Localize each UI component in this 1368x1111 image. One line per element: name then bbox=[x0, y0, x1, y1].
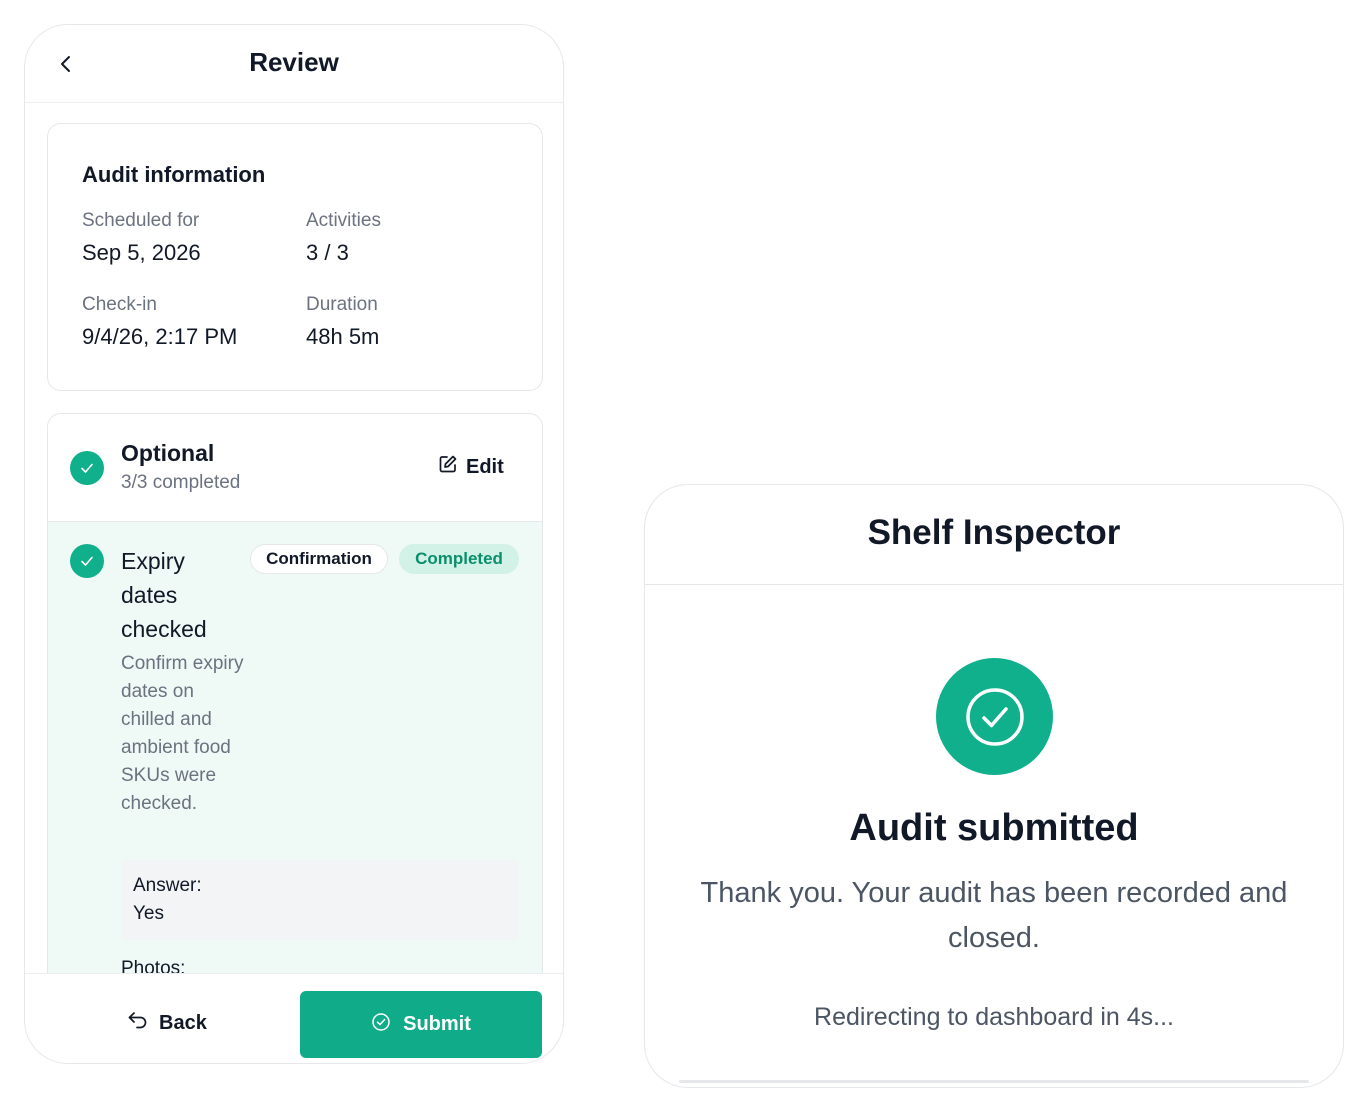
edit-button[interactable]: Edit bbox=[438, 454, 504, 480]
duration-value: 48h 5m bbox=[306, 324, 380, 349]
duration-label: Duration bbox=[306, 294, 378, 315]
checkin-label: Check-in bbox=[82, 294, 157, 315]
status-badge: Completed bbox=[399, 544, 519, 574]
scheduled-value: Sep 5, 2026 bbox=[82, 240, 201, 265]
submit-button[interactable]: Submit bbox=[300, 991, 542, 1058]
section-progress: 3/3 completed bbox=[121, 472, 241, 493]
answer-label: Answer: bbox=[133, 875, 202, 896]
section-title: Optional bbox=[121, 440, 215, 466]
review-screen: Review Audit information Scheduled for S… bbox=[24, 24, 564, 1064]
duration-field: Duration 48h 5m bbox=[306, 294, 506, 350]
page-title: Review bbox=[249, 47, 339, 77]
check-circle-icon bbox=[371, 1012, 391, 1038]
submit-label: Submit bbox=[403, 1013, 471, 1035]
checkin-value: 9/4/26, 2:17 PM bbox=[82, 324, 238, 349]
audit-info-card: Audit information Scheduled for Sep 5, 2… bbox=[47, 123, 543, 391]
edit-label: Edit bbox=[466, 455, 504, 478]
app-title: Shelf Inspector bbox=[867, 513, 1121, 552]
section-header: Optional 3/3 completed Edit bbox=[48, 414, 542, 522]
confirmation-header: Shelf Inspector bbox=[645, 485, 1343, 585]
checkin-field: Check-in 9/4/26, 2:17 PM bbox=[82, 294, 282, 350]
scheduled-field: Scheduled for Sep 5, 2026 bbox=[82, 210, 282, 266]
scheduled-label: Scheduled for bbox=[82, 210, 200, 231]
activity-check-icon bbox=[70, 544, 104, 578]
activity-title: Expiry dates checked bbox=[121, 548, 207, 642]
activities-label: Activities bbox=[306, 210, 381, 231]
success-message: Thank you. Your audit has been recorded … bbox=[700, 877, 1288, 954]
redirect-status: Redirecting to dashboard in 4s... bbox=[814, 1003, 1174, 1031]
confirmation-screen: Shelf Inspector Audit submitted Thank yo… bbox=[644, 484, 1344, 1088]
review-header: Review bbox=[25, 25, 563, 103]
activity-item: Expiry dates checked Confirmation Comple… bbox=[48, 522, 542, 973]
undo-arrow-icon bbox=[127, 1010, 149, 1036]
answer-value: Yes bbox=[133, 903, 164, 924]
section-check-icon bbox=[70, 451, 104, 485]
success-check-icon bbox=[936, 658, 1053, 775]
activity-description: Confirm expiry dates on chilled and ambi… bbox=[121, 653, 244, 814]
edit-icon bbox=[438, 454, 458, 480]
back-button[interactable]: Back bbox=[127, 1010, 207, 1036]
success-heading: Audit submitted bbox=[849, 807, 1139, 849]
review-content[interactable]: Audit information Scheduled for Sep 5, 2… bbox=[25, 103, 563, 973]
audit-info-heading: Audit information bbox=[82, 162, 266, 187]
activities-field: Activities 3 / 3 bbox=[306, 210, 506, 266]
activities-value: 3 / 3 bbox=[306, 240, 349, 265]
type-badge: Confirmation bbox=[250, 544, 388, 574]
review-footer: Back Submit bbox=[25, 973, 563, 1063]
photos-label: Photos: bbox=[121, 958, 186, 973]
answer-box: Answer: Yes bbox=[121, 860, 519, 940]
divider bbox=[679, 1080, 1309, 1083]
back-label: Back bbox=[159, 1011, 207, 1034]
section-card: Optional 3/3 completed Edit Expiry dates… bbox=[47, 413, 543, 973]
